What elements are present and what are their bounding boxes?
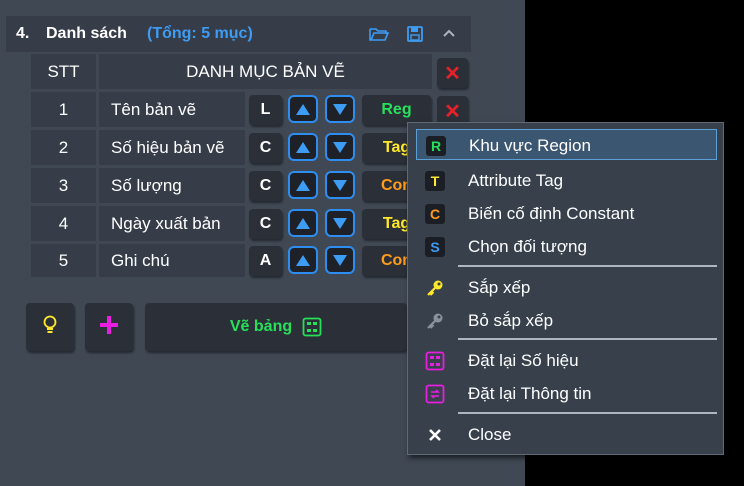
move-down-button[interactable] <box>325 246 355 274</box>
menu-item-reset-number[interactable]: Đặt lại Số hiệu <box>416 345 717 376</box>
menu-item-label: Close <box>468 425 512 444</box>
column-header-stt: STT <box>31 54 96 89</box>
close-icon: ✕ <box>444 62 461 85</box>
chevron-up-icon[interactable] <box>439 24 461 44</box>
tag-icon: T <box>425 171 445 191</box>
clear-all-button[interactable]: ✕ <box>437 58 468 88</box>
menu-item-label: Đặt lại Thông tin <box>468 384 592 403</box>
arrow-down-icon <box>333 179 347 191</box>
row-name: Số lượng <box>99 168 245 203</box>
menu-item-constant[interactable]: C Biến cố định Constant <box>416 198 717 229</box>
row-stt: 2 <box>31 130 96 165</box>
menu-item-label: Biến cố định Constant <box>468 204 635 223</box>
lightbulb-icon <box>41 315 59 340</box>
row-type-button[interactable]: L <box>249 95 282 125</box>
row-type-button[interactable]: C <box>249 133 282 163</box>
menu-item-unsort[interactable]: Bỏ sắp xếp <box>416 305 717 336</box>
row-name: Ghi chú <box>99 244 245 277</box>
move-up-button[interactable] <box>288 133 318 161</box>
menu-item-close[interactable]: Close <box>416 419 717 450</box>
row-stt: 5 <box>31 244 96 277</box>
table-icon <box>302 317 322 337</box>
row-name: Ngày xuất bản <box>99 206 245 241</box>
menu-item-attribute-tag[interactable]: T Attribute Tag <box>416 165 717 196</box>
draw-table-label: Vẽ bảng <box>229 318 293 335</box>
hint-button[interactable] <box>26 303 74 351</box>
move-down-button[interactable] <box>325 133 355 161</box>
section-number: 4. <box>16 25 30 42</box>
row-tag-button[interactable]: Reg <box>362 95 431 125</box>
tag-icon-letter: T <box>430 173 440 189</box>
arrow-up-icon <box>296 103 310 115</box>
menu-separator <box>458 265 717 267</box>
add-row-button[interactable] <box>85 303 133 351</box>
move-down-button[interactable] <box>325 171 355 199</box>
menu-item-label: Bỏ sắp xếp <box>468 311 554 330</box>
arrow-down-icon <box>333 103 347 115</box>
region-icon: R <box>426 136 446 156</box>
row-type-button[interactable]: C <box>249 171 282 201</box>
move-down-button[interactable] <box>325 95 355 123</box>
row-stt: 1 <box>31 92 96 127</box>
close-icon <box>425 425 445 445</box>
close-icon: ✕ <box>444 100 461 123</box>
row-tag-label: Reg <box>381 101 412 118</box>
menu-item-label: Chọn đối tượng <box>468 237 587 256</box>
save-icon[interactable] <box>405 24 427 44</box>
menu-item-label: Sắp xếp <box>468 278 531 297</box>
arrow-down-icon <box>333 141 347 153</box>
reset-info-icon <box>425 384 445 404</box>
move-up-button[interactable] <box>288 246 318 274</box>
menu-item-reset-info[interactable]: Đặt lại Thông tin <box>416 378 717 409</box>
menu-item-label: Attribute Tag <box>468 171 564 190</box>
key-icon <box>425 278 445 298</box>
menu-separator <box>458 338 717 340</box>
menu-item-label: Khu vực Region <box>469 136 591 155</box>
arrow-up-icon <box>296 217 310 229</box>
row-type-button[interactable]: C <box>249 209 282 239</box>
renumber-icon <box>425 351 445 371</box>
constant-icon: C <box>425 204 445 224</box>
move-up-button[interactable] <box>288 171 318 199</box>
move-down-button[interactable] <box>325 209 355 237</box>
draw-table-button[interactable]: Vẽ bảng <box>145 303 407 351</box>
row-stt: 3 <box>31 168 96 203</box>
move-up-button[interactable] <box>288 95 318 123</box>
constant-icon-letter: C <box>429 206 441 222</box>
menu-item-region[interactable]: R Khu vực Region <box>416 129 717 160</box>
key-gray-icon <box>425 311 445 331</box>
item-total: (Tổng: 5 mục) <box>147 25 253 42</box>
menu-item-sort[interactable]: Sắp xếp <box>416 272 717 303</box>
folder-open-icon[interactable] <box>368 24 390 44</box>
context-menu: R Khu vực Region T Attribute Tag C Biến … <box>407 122 724 455</box>
select-icon-letter: S <box>430 239 440 255</box>
row-stt: 4 <box>31 206 96 241</box>
row-type-button[interactable]: A <box>249 246 282 276</box>
move-up-button[interactable] <box>288 209 318 237</box>
arrow-up-icon <box>296 254 310 266</box>
menu-item-select-object[interactable]: S Chọn đối tượng <box>416 231 717 262</box>
arrow-down-icon <box>333 254 347 266</box>
arrow-up-icon <box>296 179 310 191</box>
section-header: 4. Danh sách (Tổng: 5 mục) <box>6 16 471 52</box>
row-name: Số hiệu bản vẽ <box>99 130 245 165</box>
select-icon: S <box>425 237 445 257</box>
arrow-up-icon <box>296 141 310 153</box>
menu-item-label: Đặt lại Số hiệu <box>468 351 579 370</box>
menu-separator <box>458 412 717 414</box>
column-header-category: DANH MỤC BẢN VẼ <box>99 54 432 89</box>
plus-icon <box>99 315 119 340</box>
row-name: Tên bản vẽ <box>99 92 245 127</box>
arrow-down-icon <box>333 217 347 229</box>
region-icon-letter: R <box>430 138 442 154</box>
section-title: Danh sách <box>46 25 127 42</box>
